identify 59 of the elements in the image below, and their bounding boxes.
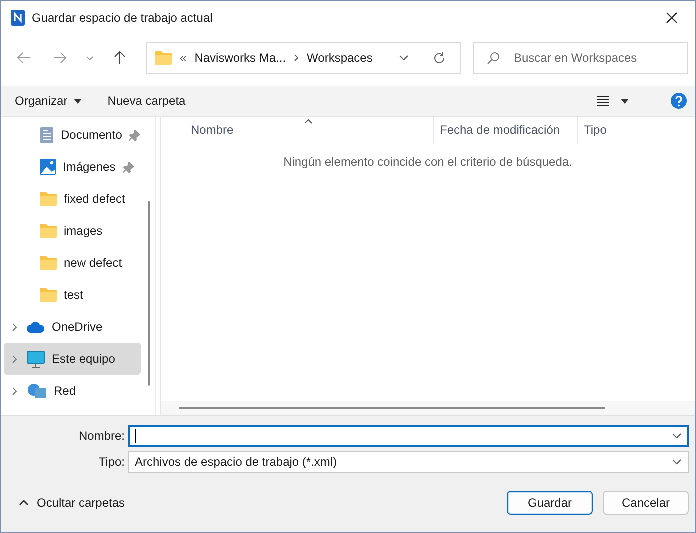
chevron-down-icon: [672, 459, 682, 465]
nav-item[interactable]: images: [4, 215, 141, 247]
cloud-icon: [27, 321, 45, 333]
picture-icon: [40, 159, 56, 175]
network-icon: [27, 383, 47, 399]
hide-folders-button[interactable]: Ocultar carpetas: [13, 494, 132, 510]
file-name-field[interactable]: [128, 425, 689, 447]
nav-item[interactable]: OneDrive: [4, 311, 141, 343]
breadcrumb-segment[interactable]: Workspaces: [307, 51, 373, 65]
chevron-down-icon: [86, 56, 94, 60]
file-type-dropdown[interactable]: Archivos de espacio de trabajo (*.xml): [128, 451, 689, 473]
document-icon: [40, 126, 54, 144]
chevron-down-icon[interactable]: [672, 433, 682, 439]
nav-item[interactable]: Documento: [4, 119, 141, 151]
nav-item[interactable]: Este equipo: [4, 343, 141, 375]
overflow-chevron[interactable]: «: [180, 51, 187, 65]
expand-chevron-icon[interactable]: [10, 354, 20, 364]
column-header[interactable]: Fecha de modificación: [433, 117, 577, 143]
dialog-button[interactable]: Cancelar: [603, 490, 689, 514]
app-logo-icon: [11, 10, 25, 26]
search-icon: [487, 52, 500, 65]
chevron-up-icon: [19, 500, 29, 506]
window-title: Guardar espacio de trabajo actual: [32, 10, 214, 24]
field-label: Nombre:: [78, 429, 125, 443]
back-arrow-icon: [17, 52, 31, 64]
organize-menu-button[interactable]: Organizar: [11, 92, 86, 110]
forward-arrow-icon: [53, 52, 67, 64]
computer-icon: [27, 350, 45, 368]
column-header[interactable]: Tipo: [577, 117, 687, 143]
folder-icon: [40, 224, 57, 238]
folder-icon: [155, 51, 172, 65]
column-header[interactable]: Nombre: [161, 117, 433, 143]
question-mark-icon: [675, 96, 683, 106]
breadcrumb-segment[interactable]: Navisworks Ma...: [194, 51, 286, 65]
refresh-icon[interactable]: [433, 52, 446, 64]
list-view-icon: [597, 96, 609, 106]
dropdown-triangle-icon: [621, 98, 629, 104]
expand-chevron-icon[interactable]: [10, 386, 20, 396]
up-arrow-icon: [114, 51, 126, 65]
nav-item[interactable]: Red: [4, 375, 141, 407]
nav-item[interactable]: Imágenes: [4, 151, 141, 183]
new-folder-button[interactable]: Nueva carpeta: [104, 92, 190, 110]
dropdown-chevron-icon[interactable]: [399, 55, 409, 61]
nav-item[interactable]: test: [4, 279, 141, 311]
help-button[interactable]: [671, 93, 687, 109]
dropdown-triangle-icon: [74, 98, 82, 104]
separator-chevron-icon: [294, 54, 300, 62]
close-icon: [666, 12, 678, 24]
dialog-button[interactable]: Guardar: [507, 490, 593, 514]
address-bar[interactable]: « Navisworks Ma... Workspaces: [146, 42, 461, 74]
folder-icon: [40, 288, 57, 302]
expand-chevron-icon[interactable]: [10, 322, 20, 332]
nav-item[interactable]: fixed defect: [4, 183, 141, 215]
folder-icon: [40, 192, 57, 206]
nav-item[interactable]: new defect: [4, 247, 141, 279]
field-label: Tipo:: [98, 455, 125, 469]
folder-icon: [40, 256, 57, 270]
search-field[interactable]: Buscar en Workspaces: [473, 42, 688, 74]
empty-message: Ningún elemento coincide con el criterio de búsqueda.: [284, 155, 572, 169]
